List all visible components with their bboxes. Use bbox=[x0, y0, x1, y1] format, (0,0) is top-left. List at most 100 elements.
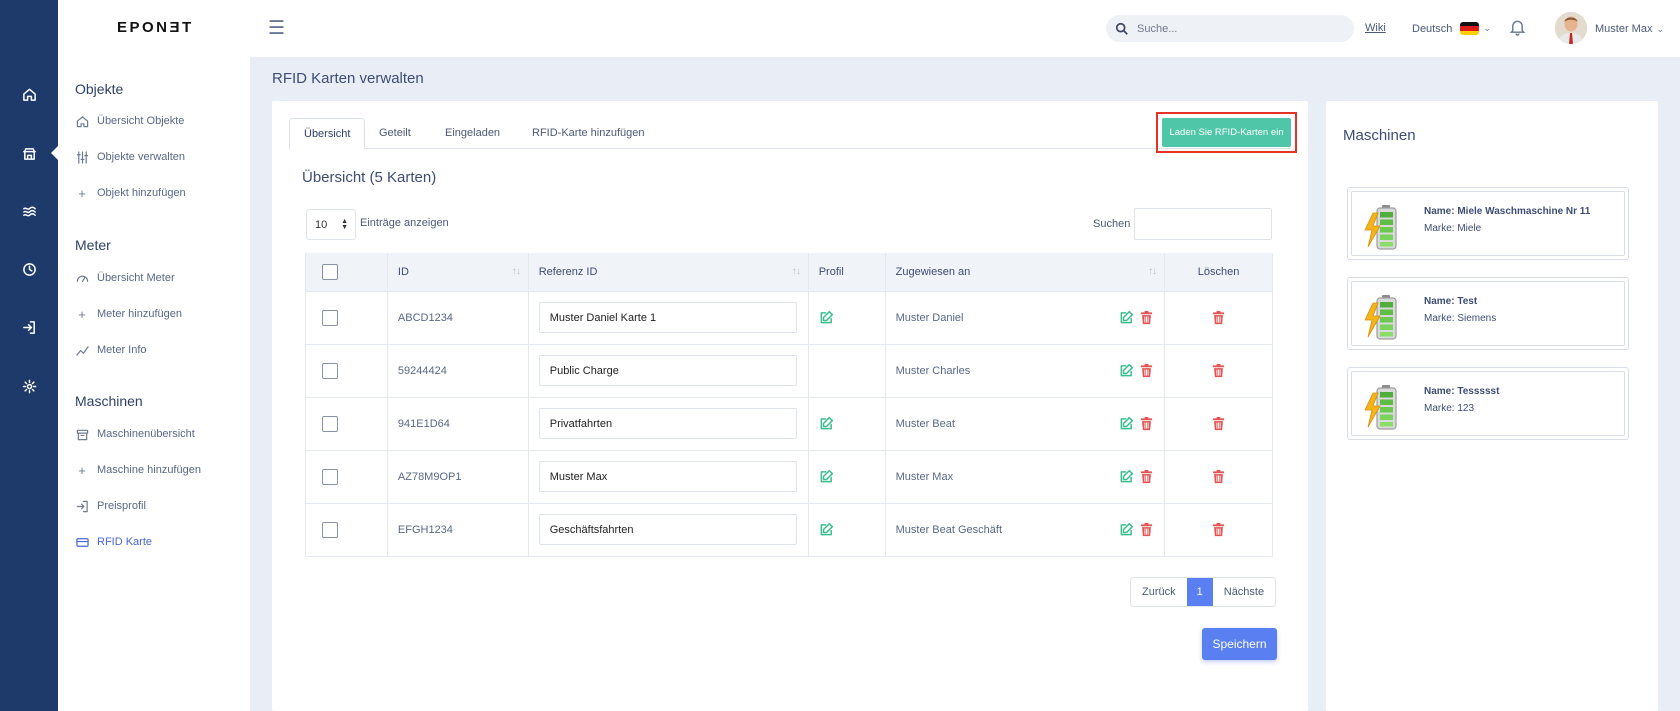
assigned-actions bbox=[1119, 522, 1154, 537]
edit-profile-icon[interactable] bbox=[819, 416, 834, 431]
delete-card-icon[interactable] bbox=[1211, 469, 1226, 484]
machine-card: Name: Test Marke: Siemens bbox=[1347, 277, 1629, 350]
machine-card-body[interactable]: Name: Miele Waschmaschine Nr 11 Marke: Mi… bbox=[1351, 191, 1625, 256]
edit-assignment-icon[interactable] bbox=[1119, 416, 1134, 431]
column-header-label: Referenz ID bbox=[538, 265, 598, 278]
plus-icon: + bbox=[78, 185, 86, 201]
sidebar-item-meter-hinzufuegen[interactable]: + Meter hinzufügen bbox=[75, 304, 182, 324]
user-menu[interactable]: Muster Max ⌄ bbox=[1595, 23, 1664, 35]
sidebar-item-maschine-hinzufuegen[interactable]: + Maschine hinzufügen bbox=[75, 460, 201, 480]
settings-icon[interactable] bbox=[0, 371, 58, 401]
remove-assignment-icon[interactable] bbox=[1139, 310, 1154, 325]
card-icon bbox=[75, 535, 89, 549]
edit-profile-icon[interactable] bbox=[819, 310, 834, 325]
row-checkbox[interactable] bbox=[322, 468, 338, 485]
machine-card: Name: Miele Waschmaschine Nr 11 Marke: Mi… bbox=[1347, 187, 1629, 260]
assigned-actions bbox=[1119, 416, 1154, 431]
sidebar-item-uebersicht-meter[interactable]: Übersicht Meter bbox=[75, 268, 175, 288]
remove-assignment-icon[interactable] bbox=[1139, 522, 1154, 537]
edit-assignment-icon[interactable] bbox=[1119, 310, 1134, 325]
search-input[interactable] bbox=[1137, 22, 1327, 35]
edit-profile-icon[interactable] bbox=[819, 469, 834, 484]
table-row: AZ78M9OP1 Muster Max bbox=[305, 449, 1273, 503]
sidebar-item-objekt-hinzufuegen[interactable]: + Objekt hinzufügen bbox=[75, 183, 185, 203]
ref-id-input[interactable] bbox=[538, 461, 797, 492]
row-select-cell bbox=[305, 502, 388, 556]
tab-eingeladen[interactable]: Eingeladen bbox=[431, 118, 514, 149]
bell-icon[interactable] bbox=[1509, 18, 1526, 39]
delete-card-icon[interactable] bbox=[1211, 416, 1226, 431]
machine-name: Name: Test bbox=[1424, 296, 1478, 307]
sidebar-item-label: Maschinenübersicht bbox=[97, 428, 195, 440]
home-icon[interactable] bbox=[0, 79, 58, 109]
card-id: ABCD1234 bbox=[397, 311, 453, 324]
sidebar-item-meter-info[interactable]: Meter Info bbox=[75, 340, 147, 360]
load-rfid-cards-button[interactable]: Laden Sie RFID-Karten ein bbox=[1162, 118, 1291, 147]
page-length-select[interactable]: 10 ▲ ▼ bbox=[306, 209, 356, 240]
tab-uebersicht[interactable]: Übersicht bbox=[289, 118, 366, 150]
clock-icon[interactable] bbox=[0, 254, 58, 284]
column-header-assigned[interactable]: Zugewiesen an ↑↓ bbox=[884, 253, 1165, 291]
sidebar-item-label: Übersicht Objekte bbox=[97, 115, 185, 127]
sidebar-item-preisprofil[interactable]: Preisprofil bbox=[75, 496, 146, 516]
delete-cell bbox=[1164, 502, 1273, 556]
wiki-link[interactable]: Wiki bbox=[1365, 22, 1386, 34]
pagination-prev[interactable]: Zurück bbox=[1131, 578, 1187, 606]
column-header-label: Löschen bbox=[1197, 265, 1240, 278]
menu-toggle-icon[interactable]: ☰ bbox=[268, 17, 285, 40]
ref-id-input[interactable] bbox=[538, 514, 797, 545]
edit-assignment-icon[interactable] bbox=[1119, 522, 1134, 537]
card-id-cell: AZ78M9OP1 bbox=[386, 449, 529, 503]
home-icon bbox=[75, 114, 89, 128]
column-header-id[interactable]: ID ↑↓ bbox=[386, 253, 529, 291]
tab-rfid-karte-hinzufuegen[interactable]: RFID-Karte hinzufügen bbox=[518, 118, 659, 149]
save-button[interactable]: Speichern bbox=[1202, 628, 1277, 660]
remove-assignment-icon[interactable] bbox=[1139, 363, 1154, 378]
sort-icon: ↑↓ bbox=[791, 266, 801, 277]
column-header-ref[interactable]: Referenz ID ↑↓ bbox=[527, 253, 809, 291]
remove-assignment-icon[interactable] bbox=[1139, 416, 1154, 431]
machine-card-body[interactable]: Name: Tessssst Marke: 123 bbox=[1351, 371, 1625, 436]
login-icon bbox=[75, 499, 89, 513]
waves-icon[interactable] bbox=[0, 196, 58, 226]
login-icon[interactable] bbox=[0, 312, 58, 342]
delete-card-icon[interactable] bbox=[1211, 363, 1226, 378]
ref-id-input[interactable] bbox=[538, 355, 797, 386]
delete-card-icon[interactable] bbox=[1211, 522, 1226, 537]
ref-id-cell bbox=[527, 396, 809, 450]
rfid-card-panel: Übersicht Geteilt Eingeladen RFID-Karte … bbox=[272, 101, 1308, 711]
plus-icon: + bbox=[78, 306, 86, 322]
global-search[interactable] bbox=[1106, 15, 1354, 42]
machine-name: Name: Tessssst bbox=[1424, 386, 1500, 397]
delete-cell bbox=[1164, 290, 1273, 344]
pagination-next[interactable]: Nächste bbox=[1213, 578, 1275, 606]
machine-card-body[interactable]: Name: Test Marke: Siemens bbox=[1351, 281, 1625, 346]
row-checkbox[interactable] bbox=[322, 521, 338, 538]
edit-assignment-icon[interactable] bbox=[1119, 363, 1134, 378]
column-header-delete: Löschen bbox=[1164, 253, 1273, 291]
row-checkbox[interactable] bbox=[322, 362, 338, 379]
language-selector[interactable]: Deutsch ⌄ bbox=[1412, 22, 1491, 35]
assigned-cell: Muster Beat bbox=[884, 396, 1165, 450]
edit-assignment-icon[interactable] bbox=[1119, 469, 1134, 484]
sidebar-item-rfid-karte[interactable]: RFID Karte bbox=[75, 532, 152, 552]
ref-id-input[interactable] bbox=[538, 408, 797, 439]
row-checkbox[interactable] bbox=[322, 415, 338, 432]
pagination-page-1[interactable]: 1 bbox=[1186, 578, 1213, 606]
page-length-label: Einträge anzeigen bbox=[360, 217, 449, 229]
row-checkbox[interactable] bbox=[322, 309, 338, 326]
store-icon[interactable] bbox=[0, 138, 58, 168]
sidebar-item-objekte-verwalten[interactable]: Objekte verwalten bbox=[75, 147, 185, 167]
table-search-input[interactable] bbox=[1134, 208, 1272, 240]
ref-id-input[interactable] bbox=[538, 302, 797, 333]
delete-cell bbox=[1164, 396, 1273, 450]
tab-geteilt[interactable]: Geteilt bbox=[365, 118, 425, 149]
select-all-checkbox[interactable] bbox=[322, 263, 338, 280]
remove-assignment-icon[interactable] bbox=[1139, 469, 1154, 484]
delete-cell bbox=[1164, 343, 1273, 397]
sidebar-item-maschinenuebersicht[interactable]: Maschinenübersicht bbox=[75, 424, 195, 444]
edit-profile-icon[interactable] bbox=[819, 522, 834, 537]
sidebar-item-uebersicht-objekte[interactable]: Übersicht Objekte bbox=[75, 111, 184, 131]
delete-card-icon[interactable] bbox=[1211, 310, 1226, 325]
avatar[interactable] bbox=[1555, 12, 1587, 44]
